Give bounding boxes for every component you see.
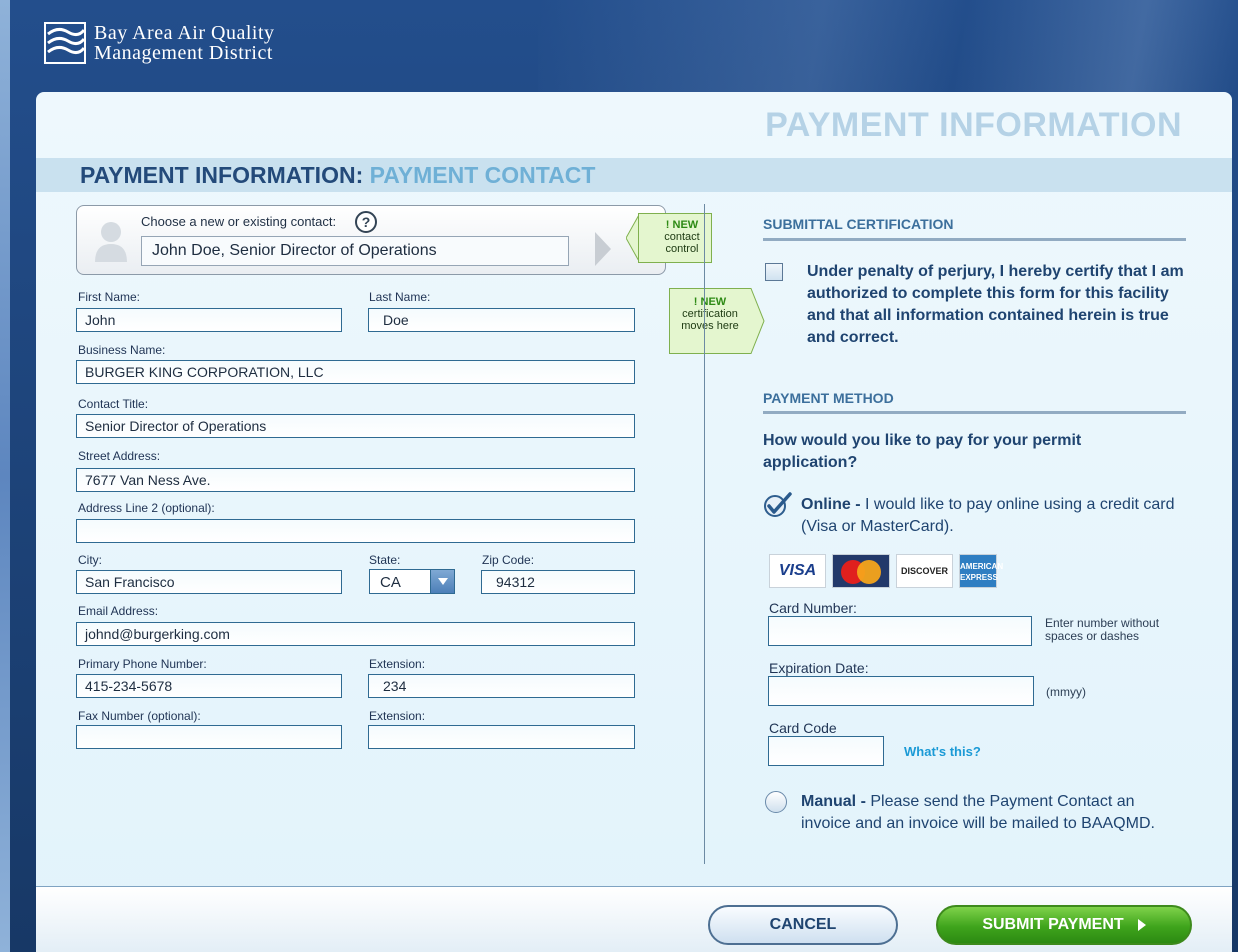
header-wave-decoration [538,0,1238,92]
amex-line-1: AMERICAN [960,562,1004,571]
card-number-hint: Enter number without spaces or dashes [1045,617,1159,643]
play-arrow-icon [1137,918,1146,931]
address-line2-label: Address Line 2 (optional): [78,501,215,515]
callout-line: moves here [681,320,739,332]
fax-label: Fax Number (optional): [78,709,201,723]
phone-extension-field[interactable]: 234 [368,674,635,698]
fax-extension-field[interactable] [368,725,635,749]
email-field[interactable]: johnd@burgerking.com [76,622,635,646]
contact-select[interactable]: John Doe, Senior Director of Operations [141,236,569,266]
content-panel: PAYMENT INFORMATION PAYMENT INFORMATION:… [36,92,1232,932]
new-contact-control-callout: ! NEW contact control [638,213,712,263]
visa-logo-icon: VISA [769,554,826,588]
contact-chooser: Choose a new or existing contact: ? John… [76,205,666,275]
callout-new-label: NEW [672,219,699,231]
submit-payment-button[interactable]: SUBMIT PAYMENT [936,905,1192,945]
online-option-title: Online - [801,496,861,513]
column-divider [704,204,705,864]
manual-option-title: Manual - [801,793,866,810]
card-number-field[interactable] [768,616,1032,646]
expiration-field[interactable] [768,676,1034,706]
whats-this-link[interactable]: What's this? [904,744,981,759]
last-name-label: Last Name: [369,290,431,304]
logo-text: Bay Area Air Quality Management District [94,23,275,63]
discover-logo-icon: DISCOVER [896,554,953,588]
phone-field[interactable]: 415-234-5678 [76,674,342,698]
business-name-label: Business Name: [78,343,166,357]
card-logos: VISA DISCOVER AMERICAN EXPRESS [769,554,1004,588]
page-title: PAYMENT INFORMATION [765,106,1182,144]
payment-method-heading: PAYMENT METHOD [763,390,894,406]
callout-line: contact [664,231,700,243]
email-label: Email Address: [78,604,159,618]
amex-line-2: EXPRESS [960,573,998,582]
fax-extension-label: Extension: [369,709,426,723]
cancel-button[interactable]: CANCEL [708,905,898,945]
card-number-hint-line-2: spaces or dashes [1045,629,1140,643]
expiration-label: Expiration Date: [769,660,869,676]
heading-rule [763,411,1186,414]
expiration-hint: (mmyy) [1046,685,1086,699]
zip-label: Zip Code: [482,553,535,567]
state-select[interactable]: CA [369,569,455,594]
heading-rule [763,238,1186,241]
card-number-label: Card Number: [769,600,857,616]
phone-label: Primary Phone Number: [78,657,207,671]
certification-checkbox[interactable] [765,263,783,281]
avatar-icon [95,222,127,262]
last-name-field[interactable]: Doe [368,308,635,332]
section-title: PAYMENT INFORMATION: PAYMENT CONTACT [80,162,595,189]
card-code-field[interactable] [768,736,884,766]
first-name-label: First Name: [78,290,141,304]
payment-question: How would you like to pay for your permi… [763,432,1082,471]
first-name-field[interactable]: John [76,308,342,332]
zip-field[interactable]: 94312 [481,570,635,594]
logo-line-2: Management District [94,42,273,64]
certification-text: Under penalty of perjury, I hereby certi… [807,263,1184,346]
section-title-sub: PAYMENT CONTACT [369,162,596,188]
fax-field[interactable] [76,725,342,749]
state-label: State: [369,553,401,567]
section-title-main: PAYMENT INFORMATION: [80,162,364,188]
exclamation-icon: ! [693,296,701,308]
contact-title-field[interactable]: Senior Director of Operations [76,414,635,438]
city-field[interactable]: San Francisco [76,570,342,594]
manual-option-text[interactable]: Manual - Please send the Payment Contact… [801,791,1181,835]
chevron-right-icon[interactable] [595,232,611,266]
mastercard-logo-icon [832,554,890,588]
new-certification-callout: ! NEW certification moves here [669,288,751,354]
frame-left-strip [0,0,10,952]
state-select-value: CA [380,574,401,591]
dropdown-arrow-icon[interactable] [430,570,454,593]
online-radio-checked-icon[interactable] [763,492,793,518]
business-name-field[interactable]: BURGER KING CORPORATION, LLC [76,360,635,384]
logo-line-1: Bay Area Air Quality [94,22,275,44]
exclamation-icon: ! [665,219,673,231]
address-line2-field[interactable] [76,519,635,543]
baaqmd-logo[interactable]: Bay Area Air Quality Management District [44,22,275,64]
contact-chooser-label: Choose a new or existing contact: [141,214,337,229]
certification-heading: SUBMITTAL CERTIFICATION [763,216,954,232]
street-address-field[interactable]: 7677 Van Ness Ave. [76,468,635,492]
baaqmd-logo-icon [44,22,86,64]
online-option-text[interactable]: Online - I would like to pay online usin… [801,494,1191,538]
callout-line: certification [682,308,738,320]
card-code-label: Card Code [769,720,837,736]
help-icon[interactable]: ? [355,211,377,233]
callout-line: control [665,243,699,255]
manual-radio[interactable] [765,791,787,813]
submit-payment-label: SUBMIT PAYMENT [982,916,1124,933]
phone-extension-label: Extension: [369,657,426,671]
city-label: City: [78,553,102,567]
street-address-label: Street Address: [78,449,161,463]
contact-title-label: Contact Title: [78,397,149,411]
amex-logo-icon: AMERICAN EXPRESS [959,554,1004,588]
